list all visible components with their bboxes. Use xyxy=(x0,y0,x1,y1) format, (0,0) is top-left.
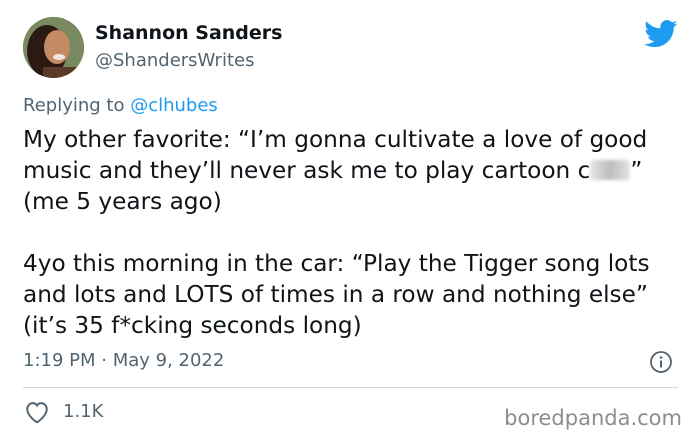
tweet-paragraph-1: My other favorite: “I’m gonna cultivate … xyxy=(23,124,678,217)
twitter-bird-icon[interactable] xyxy=(644,20,678,48)
tweet-paragraph-2: 4yo this morning in the car: “Play the T… xyxy=(23,250,650,339)
watermark: boredpanda.com xyxy=(504,406,682,430)
tweet-paragraph-1-text: My other favorite: “I’m gonna cultivate … xyxy=(23,126,648,184)
replying-to-line: Replying to @clhubes xyxy=(23,95,218,116)
tweet-timestamp[interactable]: 1:19 PM · May 9, 2022 xyxy=(23,350,224,371)
replying-to-handle-link[interactable]: @clhubes xyxy=(130,95,218,116)
avatar[interactable] xyxy=(23,17,84,78)
censored-word xyxy=(590,160,631,180)
heart-icon[interactable] xyxy=(24,400,50,424)
info-icon[interactable] xyxy=(649,350,673,374)
author-handle[interactable]: @ShandersWrites xyxy=(95,50,254,71)
tweet-text: My other favorite: “I’m gonna cultivate … xyxy=(23,124,678,341)
like-count: 1.1K xyxy=(63,401,104,422)
author-display-name[interactable]: Shannon Sanders xyxy=(95,22,282,44)
divider xyxy=(23,387,678,388)
replying-to-label: Replying to xyxy=(23,95,125,116)
